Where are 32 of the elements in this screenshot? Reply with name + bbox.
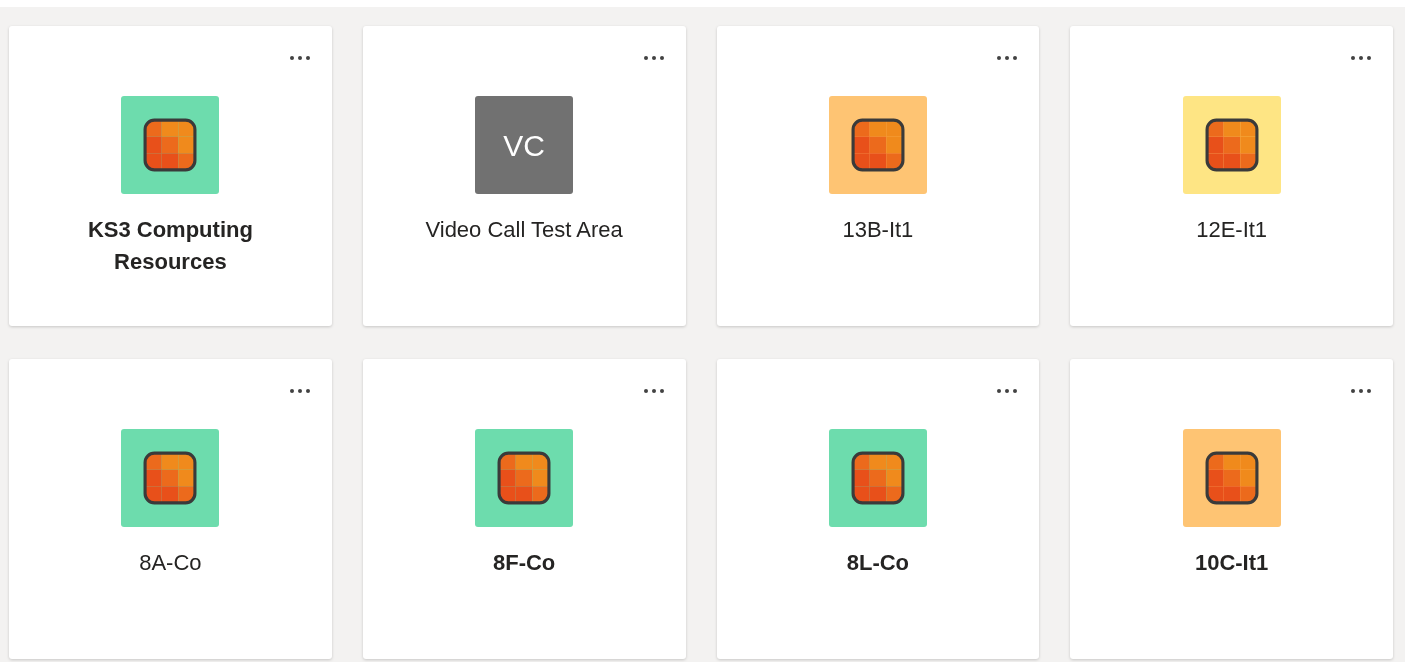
grid-square-icon [850, 450, 905, 505]
team-card[interactable]: VC Video Call Test Area [362, 26, 686, 326]
more-options-icon[interactable] [642, 55, 665, 61]
grid-square-icon [143, 450, 198, 505]
team-name: 13B-It1 [841, 216, 915, 244]
grid-square-icon [1204, 118, 1259, 172]
team-card[interactable]: KS3 Computing Resources [9, 26, 332, 326]
more-options-icon[interactable] [1350, 55, 1372, 61]
team-name: 12E-It1 [1195, 216, 1269, 244]
more-options-icon[interactable] [1350, 387, 1372, 394]
more-options-icon[interactable] [996, 55, 1019, 61]
team-card[interactable]: 8F-Co [362, 358, 686, 659]
grid-square-icon [143, 118, 198, 172]
team-avatar: VC [475, 96, 574, 194]
team-name: 8L-Co [845, 548, 911, 577]
team-card[interactable]: 12E-It1 [1070, 26, 1393, 326]
team-name: Video Call Test Area [424, 216, 624, 244]
team-name: 8A-Co [138, 548, 203, 577]
grid-square-icon [850, 118, 905, 172]
team-name: 8F-Co [491, 548, 557, 577]
more-options-icon[interactable] [288, 55, 311, 61]
more-options-icon[interactable] [288, 387, 311, 394]
more-options-icon[interactable] [642, 387, 665, 394]
grid-square-icon [497, 450, 552, 505]
team-card[interactable]: 8L-Co [716, 358, 1040, 659]
grid-square-icon [1204, 450, 1259, 505]
team-card[interactable]: 10C-It1 [1070, 358, 1393, 659]
team-card[interactable]: 8A-Co [9, 358, 332, 659]
team-name: KS3 Computing Resources [86, 216, 254, 276]
more-options-icon[interactable] [996, 387, 1019, 394]
team-name: 10C-It1 [1193, 548, 1270, 577]
team-card[interactable]: 13B-It1 [716, 26, 1040, 326]
